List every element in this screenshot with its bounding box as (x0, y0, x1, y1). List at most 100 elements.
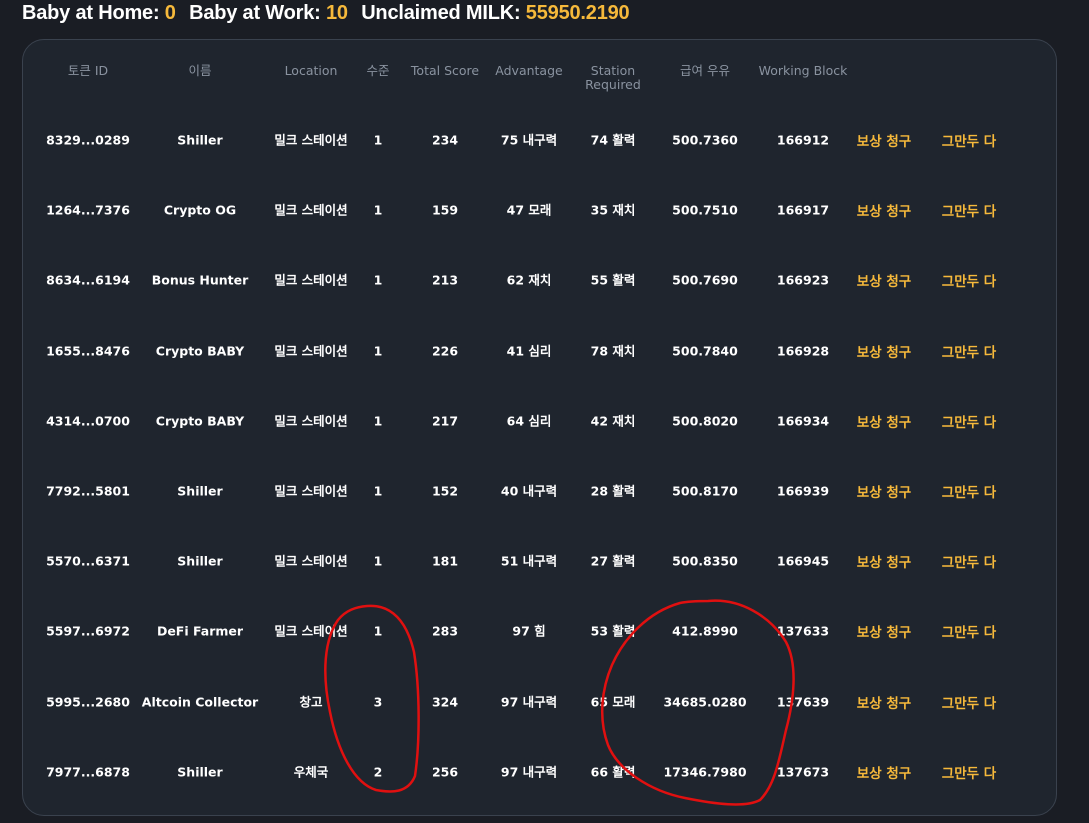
cell-station: 35 재치 (590, 202, 636, 218)
cell-level: 1 (373, 272, 383, 288)
header-level: 수준 (366, 63, 390, 78)
cell-location: 밀크 스테이션 (274, 272, 348, 288)
claim-reward-button[interactable]: 보상 청구 (857, 621, 911, 641)
quit-button[interactable]: 그만두 다 (942, 411, 996, 431)
cell-location: 밀크 스테이션 (274, 413, 348, 429)
cell-level: 1 (373, 202, 383, 218)
cell-block: 166917 (776, 202, 830, 218)
quit-button[interactable]: 그만두 다 (942, 270, 996, 290)
header-location: Location (284, 63, 338, 78)
cell-score: 324 (431, 694, 459, 710)
cell-level: 1 (373, 623, 383, 639)
cell-name: Shiller (177, 553, 223, 569)
cell-station: 78 재치 (590, 343, 636, 359)
cell-location: 밀크 스테이션 (274, 483, 348, 499)
cell-milk: 17346.7980 (663, 764, 747, 780)
cell-station: 27 활력 (590, 553, 636, 569)
table-row: 4314...0700 Crypto BABY 밀크 스테이션 1 217 64 심리 42… (23, 386, 1056, 456)
cell-level: 1 (373, 483, 383, 499)
cell-level: 1 (373, 413, 383, 429)
cell-name: Crypto BABY (155, 413, 245, 429)
quit-button[interactable]: 그만두 다 (942, 551, 996, 571)
cell-advantage: 97 내구력 (500, 694, 558, 710)
cell-advantage: 64 심리 (506, 413, 552, 429)
cell-milk: 34685.0280 (663, 694, 747, 710)
quit-button[interactable]: 그만두 다 (942, 200, 996, 220)
cell-block: 166923 (776, 272, 830, 288)
cell-milk: 500.7510 (672, 202, 738, 218)
cell-milk: 500.8350 (672, 553, 738, 569)
cell-level: 3 (373, 694, 383, 710)
cell-advantage: 40 내구력 (500, 483, 558, 499)
cell-location: 밀크 스테이션 (274, 202, 348, 218)
cell-name: Shiller (177, 132, 223, 148)
cell-milk: 500.7690 (672, 272, 738, 288)
cell-score: 283 (431, 623, 459, 639)
cell-station: 42 재치 (590, 413, 636, 429)
home-count: 0 (164, 2, 176, 24)
claim-reward-button[interactable]: 보상 청구 (857, 200, 911, 220)
table-row: 1655...8476 Crypto BABY 밀크 스테이션 1 226 41 심리 78… (23, 316, 1056, 386)
claim-reward-button[interactable]: 보상 청구 (857, 481, 911, 501)
quit-button[interactable]: 그만두 다 (942, 692, 996, 712)
cell-advantage: 62 재치 (506, 272, 552, 288)
table-row: 8329...0289 Shiller 밀크 스테이션 1 234 75 내구력 74 활력… (23, 105, 1056, 175)
cell-name: Shiller (177, 764, 223, 780)
stats-bar: Baby at Home: 0 Baby at Work: 10 Unclaim… (22, 2, 637, 28)
table-row: 5995...2680 Altcoin Collector 창고 3 324 97 내구력… (23, 667, 1056, 737)
cell-score: 217 (431, 413, 459, 429)
cell-block: 166939 (776, 483, 830, 499)
cell-score: 234 (431, 132, 459, 148)
cell-advantage: 75 내구력 (500, 132, 558, 148)
claim-reward-button[interactable]: 보상 청구 (857, 341, 911, 361)
cell-name: DeFi Farmer (156, 623, 244, 639)
table-row: 7977...6878 Shiller 우체국 2 256 97 내구력 66 활력 1734… (23, 737, 1056, 807)
cell-milk: 500.8170 (672, 483, 738, 499)
cell-station: 55 활력 (590, 272, 636, 288)
header-milk-reward: 급여 우유 (680, 63, 730, 78)
cell-level: 1 (373, 132, 383, 148)
cell-block: 137639 (776, 694, 830, 710)
cell-score: 226 (431, 343, 459, 359)
quit-button[interactable]: 그만두 다 (942, 481, 996, 501)
cell-milk: 500.7840 (672, 343, 738, 359)
cell-score: 159 (431, 202, 459, 218)
header-total-score: Total Score (410, 63, 480, 78)
header-advantage: Advantage (495, 63, 563, 78)
quit-button[interactable]: 그만두 다 (942, 341, 996, 361)
quit-button[interactable]: 그만두 다 (942, 762, 996, 782)
cell-block: 166912 (776, 132, 830, 148)
cell-score: 181 (431, 553, 459, 569)
claim-reward-button[interactable]: 보상 청구 (857, 270, 911, 290)
cell-token-id: 4314...0700 (46, 413, 130, 429)
claim-reward-button[interactable]: 보상 청구 (857, 762, 911, 782)
table-row: 7792...5801 Shiller 밀크 스테이션 1 152 40 내구력 28 활력… (23, 456, 1056, 526)
cell-station: 53 활력 (590, 623, 636, 639)
cell-station: 66 활력 (590, 764, 636, 780)
cell-name: Crypto OG (163, 202, 237, 218)
claim-reward-button[interactable]: 보상 청구 (857, 130, 911, 150)
claim-reward-button[interactable]: 보상 청구 (857, 692, 911, 712)
cell-advantage: 51 내구력 (500, 553, 558, 569)
staking-table-panel: 토큰 ID 이름 Location 수준 Total Score Advanta… (22, 39, 1057, 816)
table-row: 5570...6371 Shiller 밀크 스테이션 1 181 51 내구력 27 활력… (23, 526, 1056, 596)
cell-block: 166928 (776, 343, 830, 359)
quit-button[interactable]: 그만두 다 (942, 621, 996, 641)
cell-token-id: 8329...0289 (46, 132, 130, 148)
table-row: 5597...6972 DeFi Farmer 밀크 스테이션 1 283 97 힘 53 … (23, 596, 1056, 666)
claim-reward-button[interactable]: 보상 청구 (857, 551, 911, 571)
cell-name: Altcoin Collector (141, 694, 259, 710)
cell-level: 2 (373, 764, 383, 780)
cell-location: 창고 (299, 694, 323, 710)
cell-location: 우체국 (293, 764, 329, 780)
cell-score: 256 (431, 764, 459, 780)
quit-button[interactable]: 그만두 다 (942, 130, 996, 150)
cell-token-id: 5570...6371 (46, 553, 130, 569)
cell-advantage: 97 힘 (512, 623, 546, 639)
cell-milk: 412.8990 (672, 623, 738, 639)
claim-reward-button[interactable]: 보상 청구 (857, 411, 911, 431)
cell-station: 28 활력 (590, 483, 636, 499)
cell-token-id: 5597...6972 (46, 623, 130, 639)
cell-milk: 500.8020 (672, 413, 738, 429)
work-label: Baby at Work: (189, 2, 321, 24)
